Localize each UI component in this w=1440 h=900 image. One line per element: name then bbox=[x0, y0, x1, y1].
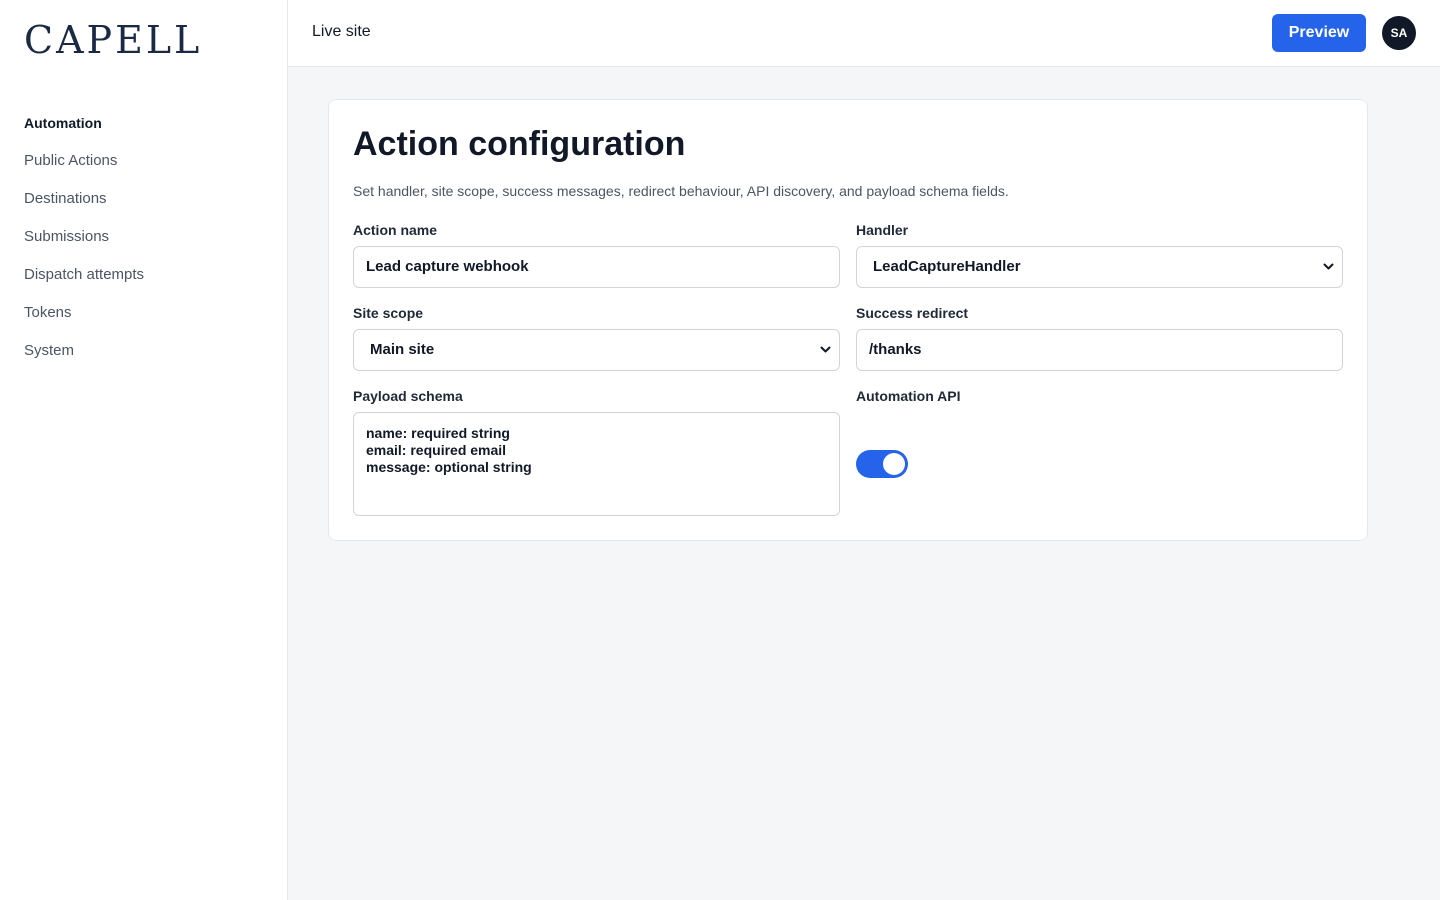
success-redirect-field[interactable]: /thanks bbox=[856, 329, 1343, 371]
chevron-down-icon bbox=[820, 330, 831, 387]
sidebar-item-tokens[interactable]: Tokens bbox=[24, 302, 264, 340]
sidebar-nav: Automation Public Actions Destinations S… bbox=[24, 112, 264, 378]
success-redirect-label: Success redirect bbox=[856, 305, 969, 321]
page-context-title: Live site bbox=[312, 23, 371, 40]
handler-select[interactable]: LeadCaptureHandler bbox=[856, 246, 1343, 288]
site-scope-value: Main site bbox=[370, 341, 435, 358]
site-scope-label: Site scope bbox=[353, 305, 424, 321]
avatar[interactable]: SA bbox=[1382, 16, 1416, 50]
payload-schema-label: Payload schema bbox=[353, 388, 463, 404]
card-description: Set handler, site scope, success message… bbox=[353, 183, 1009, 199]
sidebar-item-dispatch-attempts[interactable]: Dispatch attempts bbox=[24, 264, 264, 302]
preview-button[interactable]: Preview bbox=[1272, 14, 1366, 52]
sidebar-item-submissions[interactable]: Submissions bbox=[24, 226, 264, 264]
sidebar: CAPELL Automation Public Actions Destina… bbox=[0, 0, 288, 900]
toggle-knob bbox=[883, 453, 905, 475]
handler-value: LeadCaptureHandler bbox=[873, 258, 1021, 275]
chevron-down-icon bbox=[1323, 247, 1334, 304]
action-name-value: Lead capture webhook bbox=[366, 258, 529, 275]
payload-schema-textarea[interactable]: name: required string email: required em… bbox=[353, 412, 840, 516]
automation-api-toggle[interactable] bbox=[856, 450, 908, 478]
sidebar-item-public-actions[interactable]: Public Actions bbox=[24, 150, 264, 188]
capell-logo[interactable]: CAPELL bbox=[24, 18, 202, 62]
sidebar-item-destinations[interactable]: Destinations bbox=[24, 188, 264, 226]
action-configuration-card: Action configuration Set handler, site s… bbox=[328, 99, 1368, 541]
action-name-field[interactable]: Lead capture webhook bbox=[353, 246, 840, 288]
sidebar-item-automation[interactable]: Automation bbox=[24, 112, 264, 150]
action-name-label: Action name bbox=[353, 222, 438, 238]
topbar: Live site Preview SA bbox=[288, 0, 1440, 67]
success-redirect-value: /thanks bbox=[869, 341, 922, 358]
sidebar-item-system[interactable]: System bbox=[24, 340, 264, 378]
automation-api-label: Automation API bbox=[856, 388, 961, 404]
page-title: Action configuration bbox=[353, 125, 686, 163]
site-scope-select[interactable]: Main site bbox=[353, 329, 840, 371]
handler-label: Handler bbox=[856, 222, 909, 238]
